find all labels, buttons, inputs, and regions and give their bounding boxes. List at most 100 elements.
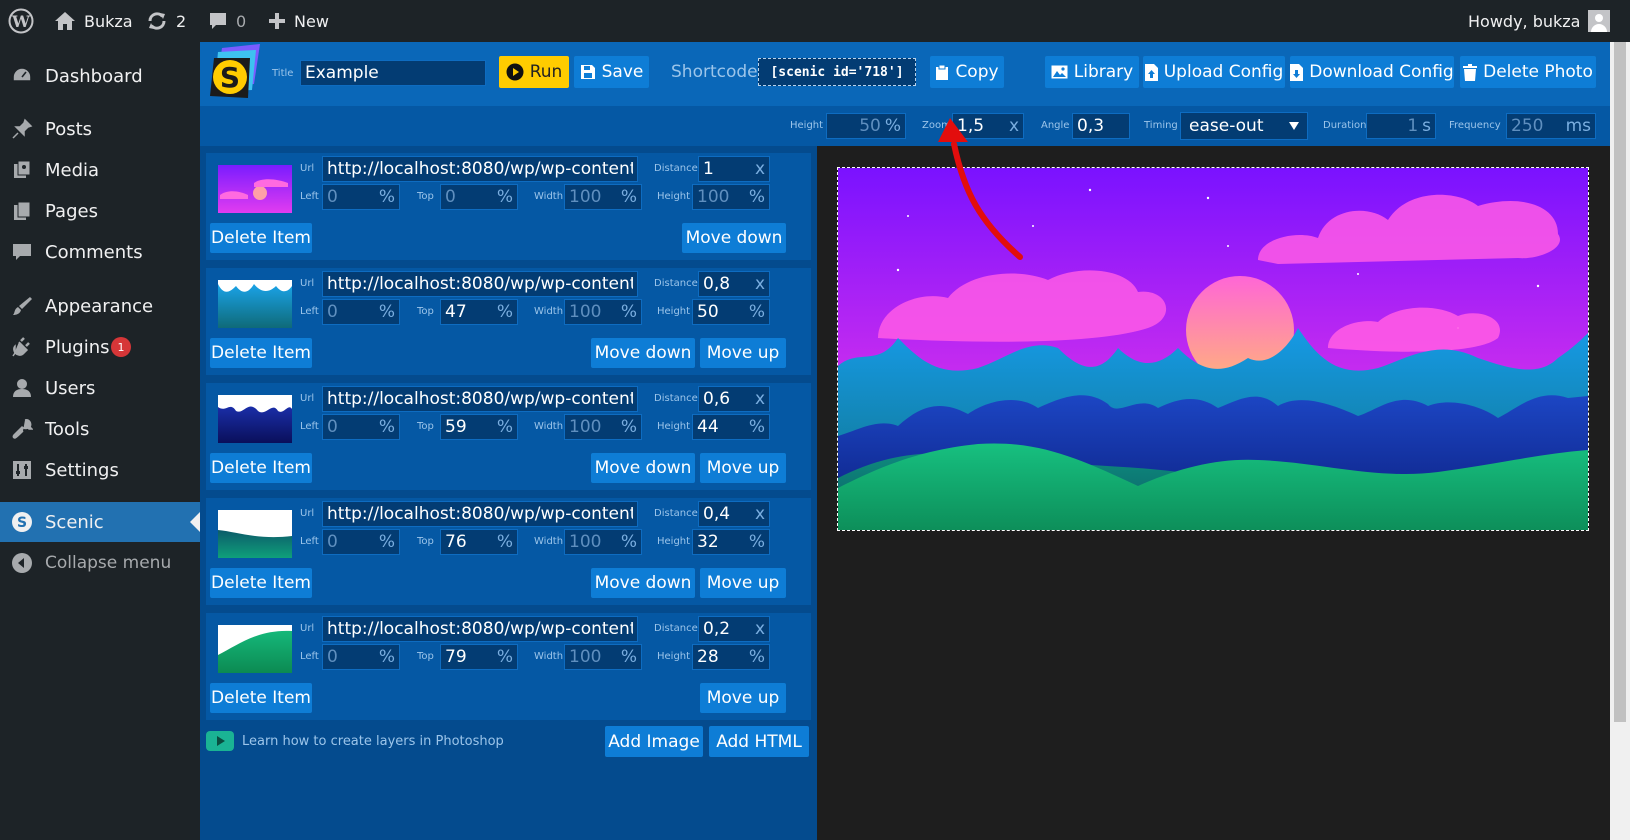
- layer-thumbnail: [218, 395, 292, 443]
- delete-item-button[interactable]: Delete Item: [210, 453, 312, 483]
- comments-link[interactable]: 0: [208, 0, 246, 42]
- menu-item-tools[interactable]: Tools: [0, 409, 200, 449]
- play-icon: [506, 63, 524, 81]
- angle-input[interactable]: 0,3: [1072, 113, 1130, 139]
- layer-height-input[interactable]: 32%: [692, 529, 770, 555]
- run-button[interactable]: Run: [499, 56, 569, 88]
- layer-width-input[interactable]: 100%: [564, 529, 642, 555]
- settings-icon: [13, 461, 31, 479]
- timing-select[interactable]: ease-out: [1180, 112, 1308, 140]
- my-account-link[interactable]: Howdy, bukza: [1468, 0, 1611, 42]
- layer-distance-input[interactable]: 0,2 x: [698, 616, 770, 642]
- layer-height-input[interactable]: 100%: [692, 184, 770, 210]
- dropdown-arrow-icon: [1289, 122, 1299, 130]
- layer-left-input[interactable]: 0%: [322, 414, 400, 440]
- frequency-input[interactable]: 250 ms: [1506, 113, 1596, 139]
- delete-item-button[interactable]: Delete Item: [210, 683, 312, 713]
- avatar: [1588, 10, 1611, 32]
- menu-item-appearance[interactable]: Appearance: [0, 286, 200, 326]
- plug-icon: [12, 337, 30, 357]
- menu-item-posts[interactable]: Posts: [0, 109, 200, 149]
- title-input-value: Example: [305, 63, 379, 83]
- layer-url-input[interactable]: http://localhost:8080/wp/wp-content/plu: [322, 616, 638, 642]
- layer-top-input[interactable]: 47%: [440, 299, 518, 325]
- scrollbar-thumb[interactable]: [1614, 42, 1626, 722]
- move-down-button[interactable]: Move down: [591, 453, 695, 483]
- admin-side-menu: Dashboard Posts Media Pages Comments App…: [0, 42, 200, 840]
- move-up-button[interactable]: Move up: [700, 453, 786, 483]
- layer-thumbnail: [218, 625, 292, 673]
- menu-item-scenic[interactable]: S Scenic: [0, 502, 200, 542]
- move-up-button[interactable]: Move up: [700, 683, 786, 713]
- delete-item-button[interactable]: Delete Item: [210, 338, 312, 368]
- layer-left-input[interactable]: 0%: [322, 184, 400, 210]
- layer-url-input[interactable]: http://localhost:8080/wp/wp-content/plu: [322, 271, 638, 297]
- copy-label: Copy: [955, 62, 999, 82]
- layer-item: Url http://localhost:8080/wp/wp-content/…: [206, 498, 811, 605]
- move-down-button[interactable]: Move down: [682, 223, 786, 253]
- menu-item-media[interactable]: Media: [0, 150, 200, 190]
- title-input[interactable]: Example: [300, 60, 486, 86]
- layer-url-input[interactable]: http://localhost:8080/wp/wp-content/plu: [322, 156, 638, 182]
- menu-item-comments[interactable]: Comments: [0, 232, 200, 272]
- layer-height-input[interactable]: 28%: [692, 644, 770, 670]
- upload-config-button[interactable]: Upload Config: [1143, 56, 1285, 88]
- layer-url-input[interactable]: http://localhost:8080/wp/wp-content/plu: [322, 501, 638, 527]
- layer-distance-input[interactable]: 1x: [698, 156, 770, 182]
- wordpress-logo-icon[interactable]: W: [8, 0, 34, 42]
- scene-height-input[interactable]: 50 %: [826, 113, 906, 139]
- add-html-button[interactable]: Add HTML: [709, 726, 809, 757]
- delete-item-button[interactable]: Delete Item: [210, 223, 312, 253]
- layer-top-input[interactable]: 79%: [440, 644, 518, 670]
- layer-height-input[interactable]: 50%: [692, 299, 770, 325]
- layer-width-input[interactable]: 100%: [564, 184, 642, 210]
- new-content-link[interactable]: New: [268, 0, 329, 42]
- layer-width-input[interactable]: 100%: [564, 414, 642, 440]
- menu-label: Dashboard: [45, 65, 143, 87]
- image-icon: [1051, 65, 1068, 79]
- layer-top-input[interactable]: 0%: [440, 184, 518, 210]
- move-down-button[interactable]: Move down: [591, 568, 695, 598]
- collapse-menu-button[interactable]: Collapse menu: [0, 543, 200, 583]
- layer-thumbnail: [218, 280, 292, 328]
- trash-icon: [1463, 63, 1478, 81]
- shortcode-value[interactable]: [scenic id='718']: [758, 58, 916, 86]
- layer-left-input[interactable]: 0%: [322, 644, 400, 670]
- updates-count: 2: [176, 11, 187, 31]
- page-scrollbar[interactable]: [1610, 42, 1630, 840]
- layer-top-input[interactable]: 59%: [440, 414, 518, 440]
- site-name-link[interactable]: Bukza: [54, 0, 133, 42]
- updates-link[interactable]: 2: [146, 0, 186, 42]
- save-button[interactable]: Save: [574, 56, 649, 88]
- duration-input[interactable]: 1 s: [1366, 113, 1436, 139]
- layer-distance-input[interactable]: 0,4 x: [698, 501, 770, 527]
- move-up-button[interactable]: Move up: [700, 568, 786, 598]
- learn-photoshop-link[interactable]: Learn how to create layers in Photoshop: [206, 729, 504, 753]
- menu-item-plugins[interactable]: Plugins 1: [0, 327, 200, 367]
- layer-url-input[interactable]: http://localhost:8080/wp/wp-content/plu: [322, 386, 638, 412]
- delete-item-button[interactable]: Delete Item: [210, 568, 312, 598]
- duration-label: Duration: [1323, 120, 1367, 131]
- menu-item-pages[interactable]: Pages: [0, 191, 200, 231]
- delete-photo-button[interactable]: Delete Photo: [1460, 56, 1596, 88]
- layer-distance-input[interactable]: 0,8 x: [698, 271, 770, 297]
- layer-width-input[interactable]: 100%: [564, 644, 642, 670]
- layer-top-input[interactable]: 76%: [440, 529, 518, 555]
- video-play-icon: [206, 731, 234, 751]
- download-config-label: Download Config: [1309, 62, 1454, 82]
- layer-width-input[interactable]: 100%: [564, 299, 642, 325]
- layer-left-input[interactable]: 0%: [322, 529, 400, 555]
- clipboard-icon: [936, 64, 949, 80]
- menu-item-users[interactable]: Users: [0, 368, 200, 408]
- layer-height-input[interactable]: 44%: [692, 414, 770, 440]
- move-up-button[interactable]: Move up: [700, 338, 786, 368]
- menu-item-settings[interactable]: Settings: [0, 450, 200, 490]
- menu-label: Comments: [45, 241, 143, 263]
- menu-label: Appearance: [45, 295, 154, 317]
- menu-item-dashboard[interactable]: Dashboard: [0, 56, 200, 96]
- download-config-button[interactable]: Download Config: [1290, 56, 1454, 88]
- layer-left-input[interactable]: 0%: [322, 299, 400, 325]
- layer-distance-input[interactable]: 0,6 x: [698, 386, 770, 412]
- move-down-button[interactable]: Move down: [591, 338, 695, 368]
- add-image-button[interactable]: Add Image: [605, 726, 703, 757]
